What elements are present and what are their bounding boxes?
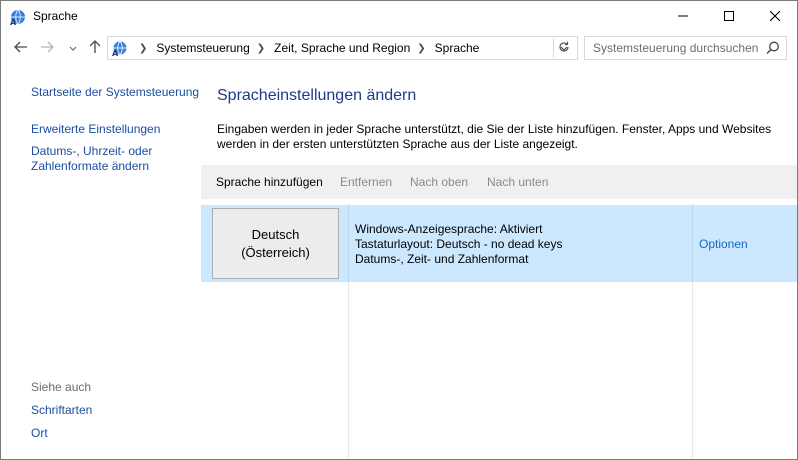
address-bar[interactable]: A ❯ Systemsteuerung ❯ Zeit, Sprache und … — [107, 36, 578, 60]
forward-button[interactable] — [37, 38, 57, 58]
breadcrumb-sprache[interactable]: Sprache — [435, 41, 480, 55]
main-content: Spracheinstellungen ändern Eingaben werd… — [201, 64, 797, 459]
link-control-panel-home[interactable]: Startseite der Systemsteuerung — [31, 85, 199, 100]
column-divider — [692, 205, 693, 282]
svg-text:A: A — [112, 49, 119, 57]
minimize-button[interactable] — [660, 1, 706, 32]
refresh-button[interactable] — [553, 38, 574, 58]
language-row-deutsch-oesterreich[interactable]: Deutsch (Österreich) Windows-Anzeigespra… — [201, 205, 797, 282]
keyboard-layout: Tastaturlayout: Deutsch - no dead keys — [355, 237, 563, 251]
svg-text:A: A — [10, 18, 17, 26]
maximize-icon — [724, 10, 734, 24]
back-button[interactable] — [11, 38, 31, 58]
window-title: Sprache — [33, 9, 78, 23]
search-input[interactable] — [585, 37, 768, 59]
left-pane: Startseite der Systemsteuerung Erweitert… — [1, 64, 201, 459]
page-description: Eingaben werden in jeder Sprache unterst… — [217, 122, 772, 151]
breadcrumb: ❯ Systemsteuerung ❯ Zeit, Sprache und Re… — [132, 41, 479, 55]
date-time-number-format: Datums-, Zeit- und Zahlenformat — [355, 252, 529, 266]
breadcrumb-zeit-sprache-region[interactable]: Zeit, Sprache und Region — [274, 41, 410, 55]
language-globe-icon: A — [111, 39, 129, 58]
search-box[interactable] — [584, 36, 787, 60]
arrow-right-icon — [40, 41, 54, 56]
search-icon[interactable] — [765, 40, 781, 56]
recent-locations-button[interactable] — [63, 38, 83, 58]
chevron-right-icon[interactable]: ❯ — [417, 43, 425, 54]
language-name: Deutsch — [251, 226, 300, 242]
language-details: Windows-Anzeigesprache: Aktiviert Tastat… — [355, 222, 562, 267]
page-title: Spracheinstellungen ändern — [217, 87, 417, 104]
move-down-button[interactable]: Nach unten — [487, 175, 548, 189]
link-date-time-formats[interactable]: Datums-, Uhrzeit- oder Zahlenformate änd… — [31, 144, 191, 174]
language-globe-icon: A — [9, 8, 27, 27]
link-location[interactable]: Ort — [31, 426, 48, 441]
language-region: (Österreich) — [241, 244, 310, 260]
link-advanced-settings[interactable]: Erweiterte Einstellungen — [31, 122, 160, 137]
see-also-label: Siehe auch — [31, 380, 92, 394]
minimize-icon — [678, 10, 688, 24]
title-bar: A Sprache — [1, 1, 797, 32]
chevron-right-icon[interactable]: ❯ — [257, 43, 265, 54]
language-list: Deutsch (Österreich) Windows-Anzeigespra… — [201, 203, 797, 459]
remove-button[interactable]: Entfernen — [340, 175, 392, 189]
link-fonts[interactable]: Schriftarten — [31, 403, 92, 418]
language-window: A Sprache A ❯ Systemsteuerung ❯ Zeit, Sp… — [0, 0, 798, 460]
arrow-left-icon — [14, 41, 28, 56]
column-divider — [348, 205, 349, 282]
up-button[interactable] — [85, 38, 105, 58]
navigation-bar: A ❯ Systemsteuerung ❯ Zeit, Sprache und … — [1, 32, 797, 64]
language-tile[interactable]: Deutsch (Österreich) — [212, 208, 339, 279]
arrow-up-icon — [89, 39, 101, 57]
language-toolbar: Sprache hinzufügen Entfernen Nach oben N… — [201, 165, 797, 199]
chevron-down-icon — [69, 41, 77, 55]
close-icon — [769, 10, 781, 24]
refresh-icon — [558, 41, 570, 56]
chevron-right-icon[interactable]: ❯ — [139, 43, 147, 54]
close-button[interactable] — [752, 1, 797, 32]
maximize-button[interactable] — [706, 1, 752, 32]
breadcrumb-systemsteuerung[interactable]: Systemsteuerung — [156, 41, 249, 55]
move-up-button[interactable]: Nach oben — [410, 175, 468, 189]
add-language-button[interactable]: Sprache hinzufügen — [216, 175, 323, 189]
display-language-status: Windows-Anzeigesprache: Aktiviert — [355, 222, 543, 236]
options-link[interactable]: Optionen — [699, 237, 748, 251]
